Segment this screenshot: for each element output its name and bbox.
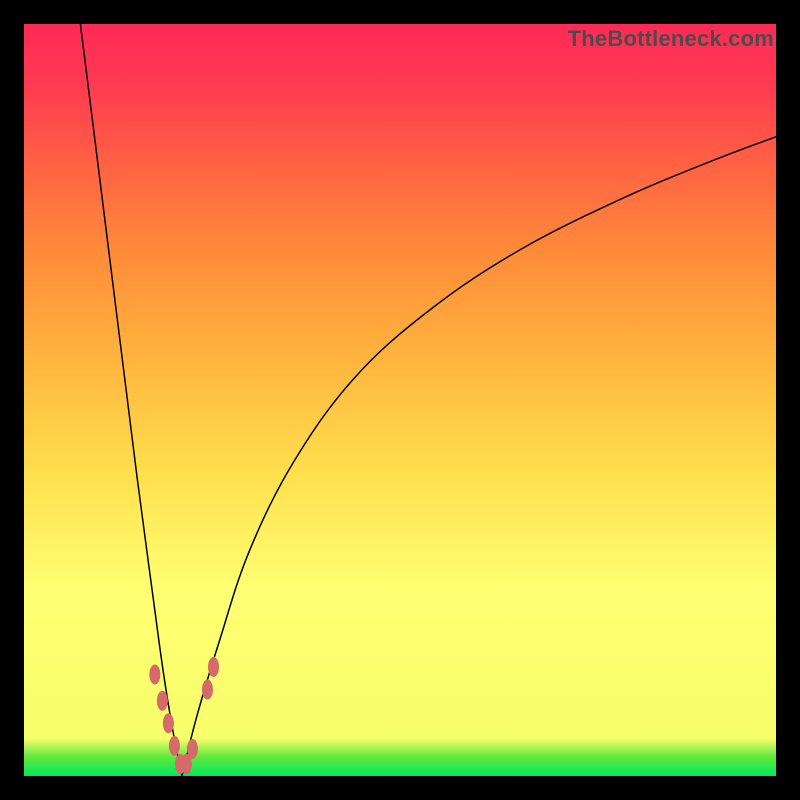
highlight-marker: [187, 739, 198, 759]
highlight-marker: [169, 736, 180, 756]
highlight-marker: [157, 691, 168, 711]
curve-right-rising: [182, 137, 776, 776]
highlight-marker: [202, 680, 213, 700]
highlight-marker: [149, 664, 160, 684]
highlight-marker: [163, 713, 174, 733]
chart-plot: [24, 24, 776, 776]
curve-left-descending: [80, 24, 182, 776]
highlight-marker: [208, 657, 219, 677]
